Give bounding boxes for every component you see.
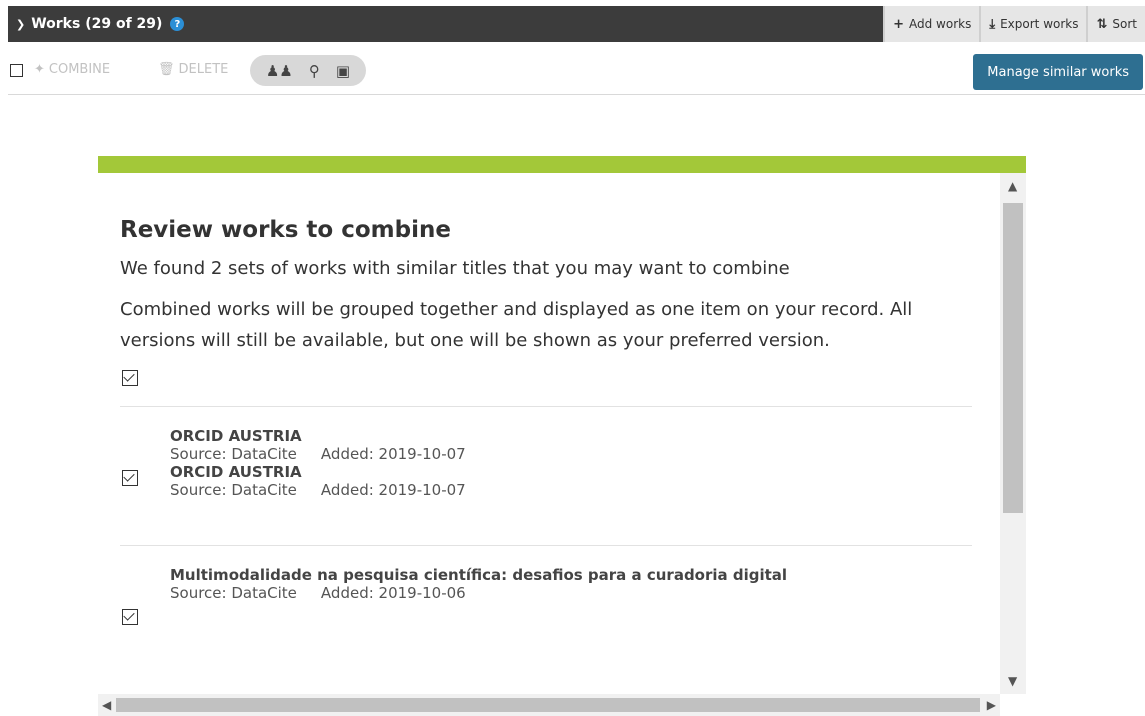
modal-select-all xyxy=(122,370,978,390)
chevron-down-icon: ❯ xyxy=(16,17,26,31)
visibility-toggle: ♟♟ ⚲ ▣ xyxy=(250,55,366,86)
scroll-down-icon[interactable]: ▼ xyxy=(1008,674,1017,688)
export-works-button[interactable]: ⤓ Export works xyxy=(979,6,1087,42)
delete-label: DELETE xyxy=(178,62,229,77)
select-all-checkbox[interactable] xyxy=(10,64,23,77)
list-item: Multimodalidade na pesquisa científica: … xyxy=(170,546,972,602)
modal-content: Review works to combine We found 2 sets … xyxy=(98,173,1000,694)
combine-label: COMBINE xyxy=(48,62,111,77)
work-group: Multimodalidade na pesquisa científica: … xyxy=(120,545,972,626)
scroll-up-icon[interactable]: ▲ xyxy=(1008,179,1017,193)
delete-button[interactable]: 🗑 DELETE xyxy=(158,62,228,77)
manage-similar-works-button[interactable]: Manage similar works xyxy=(973,54,1143,90)
plus-icon: + xyxy=(893,16,904,32)
work-meta: Source: DataCite Added: 2019-10-07 xyxy=(170,445,972,463)
download-icon: ⤓ xyxy=(989,16,996,32)
works-title: Works (29 of 29) xyxy=(31,16,163,32)
sort-icon: ⇅ xyxy=(1096,16,1108,32)
list-item: ORCID AUSTRIA Source: DataCite Added: 201… xyxy=(170,463,972,499)
combine-works-modal: Review works to combine We found 2 sets … xyxy=(98,156,1026,716)
scroll-right-icon[interactable]: ▶ xyxy=(987,698,996,712)
export-works-label: Export works xyxy=(1000,17,1079,31)
sort-label: Sort xyxy=(1112,17,1137,31)
work-added: Added: 2019-10-07 xyxy=(320,481,466,499)
combine-icon: ✦ xyxy=(34,62,45,77)
key-icon[interactable]: ⚲ xyxy=(309,62,320,80)
group-icon[interactable]: ♟♟ xyxy=(266,62,293,80)
add-works-label: Add works xyxy=(909,17,972,31)
work-source: Source: DataCite xyxy=(170,584,297,602)
header-actions: + Add works ⤓ Export works ⇅ Sort xyxy=(883,6,1145,42)
work-added: Added: 2019-10-06 xyxy=(320,584,466,602)
work-group: ORCID AUSTRIA Source: DataCite Added: 201… xyxy=(120,406,972,527)
work-title: ORCID AUSTRIA xyxy=(170,427,302,445)
modal-intro: We found 2 sets of works with similar ti… xyxy=(120,258,790,279)
select-all-groups-checkbox[interactable] xyxy=(122,370,138,386)
work-source: Source: DataCite xyxy=(170,481,297,499)
work-meta: Source: DataCite Added: 2019-10-07 xyxy=(170,481,972,499)
list-item: ORCID AUSTRIA Source: DataCite Added: 201… xyxy=(170,407,972,463)
work-added: Added: 2019-10-07 xyxy=(320,445,466,463)
modal-title: Review works to combine xyxy=(120,217,451,243)
combine-button[interactable]: ✦ COMBINE xyxy=(34,62,110,77)
work-source: Source: DataCite xyxy=(170,445,297,463)
vertical-scroll-thumb[interactable] xyxy=(1003,203,1023,513)
add-works-button[interactable]: + Add works xyxy=(883,6,980,42)
work-meta: Source: DataCite Added: 2019-10-06 xyxy=(170,584,972,602)
help-icon[interactable]: ? xyxy=(170,17,185,31)
work-title: ORCID AUSTRIA xyxy=(170,463,302,481)
horizontal-scrollbar[interactable]: ◀ ▶ xyxy=(98,694,1000,716)
modal-accent-bar xyxy=(98,156,1026,173)
scroll-left-icon[interactable]: ◀ xyxy=(102,698,111,712)
trash-icon: 🗑 xyxy=(158,62,175,77)
lock-icon[interactable]: ▣ xyxy=(336,62,350,80)
bulk-action-row: ✦ COMBINE 🗑 DELETE ♟♟ ⚲ ▣ Manage similar… xyxy=(8,52,1145,95)
group-checkbox[interactable] xyxy=(122,470,138,486)
sort-button[interactable]: ⇅ Sort xyxy=(1086,6,1145,42)
vertical-scrollbar[interactable]: ▲ ▼ xyxy=(1000,173,1026,694)
modal-body-text: Combined works will be grouped together … xyxy=(120,299,913,351)
horizontal-scroll-thumb[interactable] xyxy=(116,698,980,712)
works-toggle[interactable]: ❯ Works (29 of 29) ? xyxy=(16,16,185,32)
works-header-bar: ❯ Works (29 of 29) ? + Add works ⤓ Expor… xyxy=(8,6,1145,42)
work-title: Multimodalidade na pesquisa científica: … xyxy=(170,566,788,584)
group-checkbox[interactable] xyxy=(122,609,138,625)
